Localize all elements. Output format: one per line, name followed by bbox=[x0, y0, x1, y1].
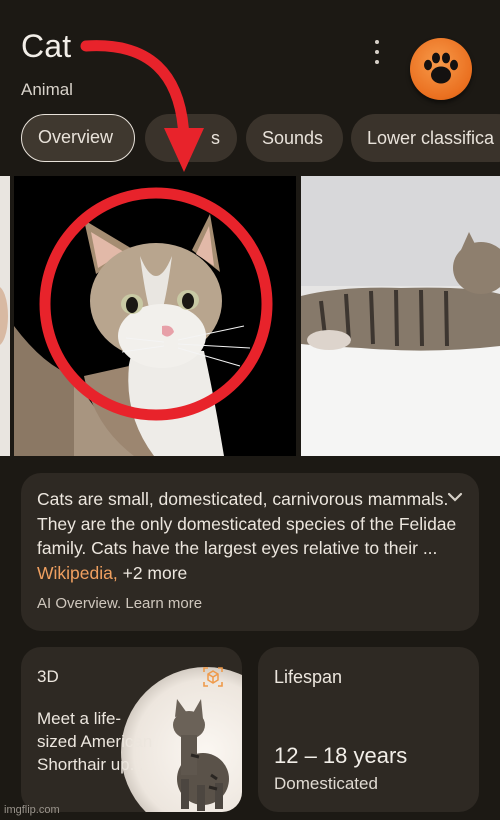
tab-bar: Overview s Sounds Lower classifica bbox=[0, 114, 500, 164]
gallery-image-prev[interactable] bbox=[0, 176, 10, 456]
3d-cat-model bbox=[173, 699, 229, 811]
3d-cube-icon[interactable] bbox=[203, 667, 223, 687]
page-subtitle: Animal bbox=[21, 80, 73, 99]
gallery-image-cat-portrait[interactable] bbox=[14, 176, 296, 456]
summary-text: Cats are small, domesticated, carnivorou… bbox=[37, 487, 467, 585]
3d-card[interactable]: 3D Meet a life-sized American Shorthair … bbox=[21, 647, 242, 812]
summary-body: Cats are small, domesticated, carnivorou… bbox=[37, 489, 457, 558]
annotation-arrow bbox=[80, 40, 204, 172]
more-vert-icon[interactable] bbox=[370, 40, 384, 64]
watermark: imgflip.com bbox=[4, 804, 60, 816]
chevron-down-icon[interactable] bbox=[447, 491, 463, 503]
paw-icon[interactable] bbox=[410, 38, 472, 100]
lifespan-value: 12 – 18 years bbox=[274, 743, 408, 768]
more-sources-link[interactable]: +2 more bbox=[123, 563, 188, 583]
image-gallery bbox=[0, 176, 500, 456]
paw-glyph bbox=[424, 52, 458, 84]
gallery-image-cat-lying[interactable] bbox=[301, 176, 500, 456]
ai-overview-learn-more[interactable]: AI Overview. Learn more bbox=[37, 595, 202, 612]
3d-card-text: Meet a life-sized American Shorthair up.… bbox=[37, 709, 153, 774]
3d-card-title: 3D bbox=[37, 667, 59, 686]
page-title: Cat bbox=[21, 28, 72, 64]
wikipedia-link[interactable]: Wikipedia, bbox=[37, 563, 118, 583]
tab-sounds[interactable]: Sounds bbox=[246, 114, 343, 162]
tab-lower-classification[interactable]: Lower classifica bbox=[351, 114, 500, 162]
lifespan-title: Lifespan bbox=[274, 667, 343, 687]
lifespan-card[interactable]: Lifespan 12 – 18 years Domesticated bbox=[258, 647, 479, 812]
cat-lying-illustration bbox=[301, 176, 500, 456]
cat-portrait-illustration bbox=[14, 176, 296, 456]
lifespan-note: Domesticated bbox=[274, 774, 378, 793]
ai-overview-card[interactable]: Cats are small, domesticated, carnivorou… bbox=[21, 473, 479, 631]
